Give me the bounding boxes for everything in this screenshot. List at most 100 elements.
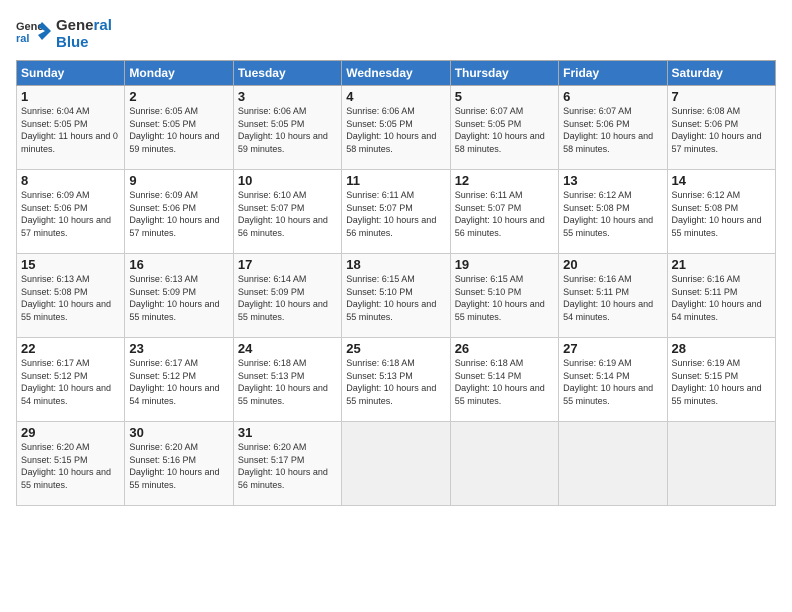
calendar-cell: 16 Sunrise: 6:13 AMSunset: 5:09 PMDayligh… (125, 254, 233, 338)
day-info: Sunrise: 6:17 AMSunset: 5:12 PMDaylight:… (129, 358, 219, 406)
col-header-saturday: Saturday (667, 61, 775, 86)
day-number: 18 (346, 257, 445, 272)
calendar-cell: 4 Sunrise: 6:06 AMSunset: 5:05 PMDaylight… (342, 86, 450, 170)
day-number: 3 (238, 89, 337, 104)
calendar-cell: 7 Sunrise: 6:08 AMSunset: 5:06 PMDaylight… (667, 86, 775, 170)
calendar-cell (667, 422, 775, 506)
day-number: 14 (672, 173, 771, 188)
day-number: 4 (346, 89, 445, 104)
day-number: 16 (129, 257, 228, 272)
day-number: 26 (455, 341, 554, 356)
day-number: 20 (563, 257, 662, 272)
calendar-cell: 15 Sunrise: 6:13 AMSunset: 5:08 PMDayligh… (17, 254, 125, 338)
col-header-friday: Friday (559, 61, 667, 86)
col-header-thursday: Thursday (450, 61, 558, 86)
day-info: Sunrise: 6:18 AMSunset: 5:13 PMDaylight:… (238, 358, 328, 406)
calendar-cell: 26 Sunrise: 6:18 AMSunset: 5:14 PMDayligh… (450, 338, 558, 422)
day-info: Sunrise: 6:06 AMSunset: 5:05 PMDaylight:… (238, 106, 328, 154)
col-header-sunday: Sunday (17, 61, 125, 86)
day-number: 31 (238, 425, 337, 440)
day-number: 28 (672, 341, 771, 356)
calendar-cell (559, 422, 667, 506)
day-info: Sunrise: 6:20 AMSunset: 5:15 PMDaylight:… (21, 442, 111, 490)
calendar-cell (450, 422, 558, 506)
week-row-2: 8Sunrise: 6:09 AMSunset: 5:06 PMDaylight… (17, 170, 776, 254)
day-number: 1 (21, 89, 120, 104)
header: Gene ral General Blue (16, 16, 776, 52)
svg-text:ral: ral (16, 33, 29, 45)
day-number: 21 (672, 257, 771, 272)
day-number: 30 (129, 425, 228, 440)
calendar-cell: 17Sunrise: 6:14 AMSunset: 5:09 PMDayligh… (233, 254, 341, 338)
day-number: 7 (672, 89, 771, 104)
day-number: 19 (455, 257, 554, 272)
week-row-4: 22 Sunrise: 6:17 AMSunset: 5:12 PMDayligh… (17, 338, 776, 422)
calendar-cell: 21 Sunrise: 6:16 AMSunset: 5:11 PMDayligh… (667, 254, 775, 338)
calendar-cell: 8Sunrise: 6:09 AMSunset: 5:06 PMDaylight… (17, 170, 125, 254)
day-info: Sunrise: 6:12 AMSunset: 5:08 PMDaylight:… (563, 190, 653, 238)
calendar-table: SundayMondayTuesdayWednesdayThursdayFrid… (16, 60, 776, 506)
day-number: 5 (455, 89, 554, 104)
day-info: Sunrise: 6:13 AMSunset: 5:08 PMDaylight:… (21, 274, 111, 322)
calendar-cell: 1 Sunrise: 6:04 AMSunset: 5:05 PMDaylight… (17, 86, 125, 170)
calendar-cell (342, 422, 450, 506)
calendar-cell: 12Sunrise: 6:11 AMSunset: 5:07 PMDayligh… (450, 170, 558, 254)
day-number: 9 (129, 173, 228, 188)
day-info: Sunrise: 6:05 AMSunset: 5:05 PMDaylight:… (129, 106, 219, 154)
col-header-tuesday: Tuesday (233, 61, 341, 86)
day-number: 13 (563, 173, 662, 188)
calendar-cell: 20 Sunrise: 6:16 AMSunset: 5:11 PMDayligh… (559, 254, 667, 338)
calendar-cell: 19 Sunrise: 6:15 AMSunset: 5:10 PMDayligh… (450, 254, 558, 338)
day-number: 11 (346, 173, 445, 188)
week-row-3: 15 Sunrise: 6:13 AMSunset: 5:08 PMDayligh… (17, 254, 776, 338)
day-info: Sunrise: 6:19 AMSunset: 5:15 PMDaylight:… (672, 358, 762, 406)
day-info: Sunrise: 6:16 AMSunset: 5:11 PMDaylight:… (563, 274, 653, 322)
calendar-cell: 22 Sunrise: 6:17 AMSunset: 5:12 PMDayligh… (17, 338, 125, 422)
day-info: Sunrise: 6:15 AMSunset: 5:10 PMDaylight:… (455, 274, 545, 322)
day-number: 24 (238, 341, 337, 356)
day-info: Sunrise: 6:12 AMSunset: 5:08 PMDaylight:… (672, 190, 762, 238)
calendar-cell: 5Sunrise: 6:07 AMSunset: 5:05 PMDaylight… (450, 86, 558, 170)
day-info: Sunrise: 6:16 AMSunset: 5:11 PMDaylight:… (672, 274, 762, 322)
day-info: Sunrise: 6:15 AMSunset: 5:10 PMDaylight:… (346, 274, 436, 322)
day-number: 10 (238, 173, 337, 188)
calendar-cell: 9 Sunrise: 6:09 AMSunset: 5:06 PMDaylight… (125, 170, 233, 254)
day-info: Sunrise: 6:11 AMSunset: 5:07 PMDaylight:… (455, 190, 545, 238)
logo-general: Gene (56, 17, 94, 34)
day-number: 25 (346, 341, 445, 356)
logo-text: General Blue (56, 17, 112, 52)
day-info: Sunrise: 6:09 AMSunset: 5:06 PMDaylight:… (129, 190, 219, 238)
day-info: Sunrise: 6:11 AMSunset: 5:07 PMDaylight:… (346, 190, 436, 238)
day-number: 22 (21, 341, 120, 356)
day-info: Sunrise: 6:08 AMSunset: 5:06 PMDaylight:… (672, 106, 762, 154)
calendar-cell: 13 Sunrise: 6:12 AMSunset: 5:08 PMDayligh… (559, 170, 667, 254)
day-info: Sunrise: 6:10 AMSunset: 5:07 PMDaylight:… (238, 190, 328, 238)
day-info: Sunrise: 6:18 AMSunset: 5:14 PMDaylight:… (455, 358, 545, 406)
day-number: 29 (21, 425, 120, 440)
day-info: Sunrise: 6:17 AMSunset: 5:12 PMDaylight:… (21, 358, 111, 406)
day-info: Sunrise: 6:06 AMSunset: 5:05 PMDaylight:… (346, 106, 436, 154)
calendar-cell: 28 Sunrise: 6:19 AMSunset: 5:15 PMDayligh… (667, 338, 775, 422)
week-row-5: 29 Sunrise: 6:20 AMSunset: 5:15 PMDayligh… (17, 422, 776, 506)
calendar-cell: 18 Sunrise: 6:15 AMSunset: 5:10 PMDayligh… (342, 254, 450, 338)
day-info: Sunrise: 6:18 AMSunset: 5:13 PMDaylight:… (346, 358, 436, 406)
calendar-cell: 10 Sunrise: 6:10 AMSunset: 5:07 PMDayligh… (233, 170, 341, 254)
calendar-container: Gene ral General Blue SundayMondayTuesda… (0, 0, 792, 612)
logo-blue: ral (94, 17, 112, 34)
day-info: Sunrise: 6:13 AMSunset: 5:09 PMDaylight:… (129, 274, 219, 322)
col-header-wednesday: Wednesday (342, 61, 450, 86)
day-info: Sunrise: 6:20 AMSunset: 5:17 PMDaylight:… (238, 442, 328, 490)
day-number: 23 (129, 341, 228, 356)
day-info: Sunrise: 6:04 AMSunset: 5:05 PMDaylight:… (21, 106, 118, 154)
calendar-cell: 29 Sunrise: 6:20 AMSunset: 5:15 PMDayligh… (17, 422, 125, 506)
logo-svg: Gene ral (16, 16, 52, 52)
calendar-cell: 23 Sunrise: 6:17 AMSunset: 5:12 PMDayligh… (125, 338, 233, 422)
day-info: Sunrise: 6:20 AMSunset: 5:16 PMDaylight:… (129, 442, 219, 490)
calendar-cell: 3 Sunrise: 6:06 AMSunset: 5:05 PMDaylight… (233, 86, 341, 170)
day-number: 27 (563, 341, 662, 356)
day-number: 2 (129, 89, 228, 104)
day-number: 6 (563, 89, 662, 104)
day-number: 15 (21, 257, 120, 272)
calendar-cell: 25 Sunrise: 6:18 AMSunset: 5:13 PMDayligh… (342, 338, 450, 422)
day-info: Sunrise: 6:14 AMSunset: 5:09 PMDaylight:… (238, 274, 328, 322)
